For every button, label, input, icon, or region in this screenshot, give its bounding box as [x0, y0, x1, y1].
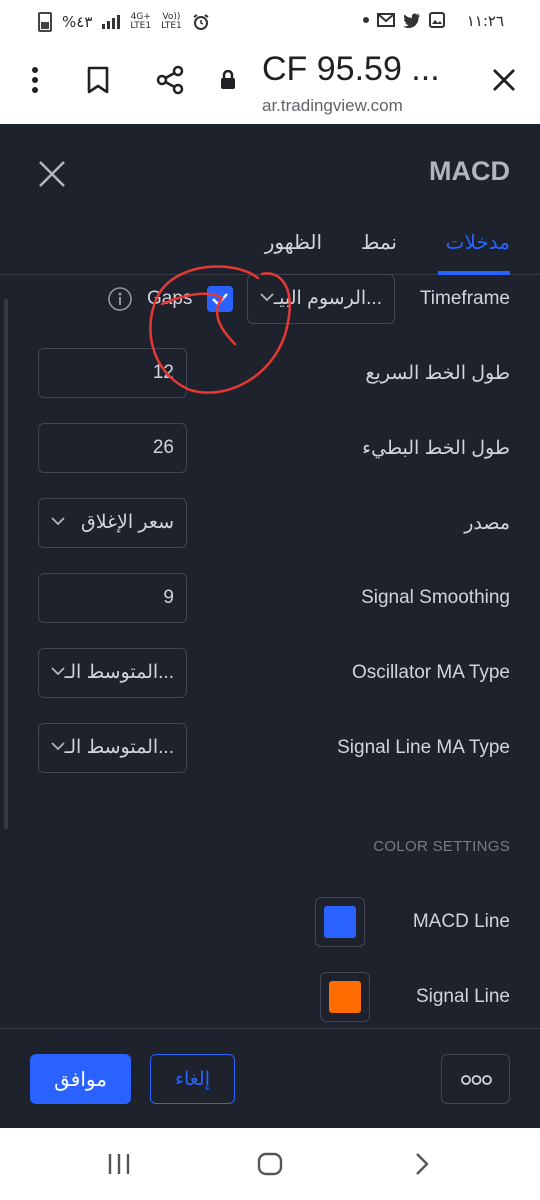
indicator-settings-dialog: MACD مدخلات نمط الظهور Timeframe الرسوم …	[0, 124, 540, 1128]
dialog-footer: موافق إلغاء	[0, 1028, 540, 1129]
gaps-checkbox[interactable]	[207, 286, 233, 312]
dialog-tabs: مدخلات نمط الظهور	[0, 224, 540, 275]
chevron-down-icon	[51, 742, 65, 751]
signal-line-color	[329, 981, 361, 1013]
fast-length-input[interactable]: 12	[38, 348, 187, 398]
ok-button[interactable]: موافق	[30, 1054, 131, 1104]
browser-toolbar: CF 95.59 ... ar.tradingview.com	[0, 44, 540, 124]
status-bar: %٤٣ 4G+ LTE1 Vo)) LTE1 ١١:٢٦	[0, 0, 540, 44]
timeframe-select[interactable]: الرسوم البيـ...	[247, 274, 395, 324]
tab-style[interactable]: نمط	[361, 230, 397, 254]
dialog-title: MACD	[429, 156, 510, 186]
home-icon[interactable]	[257, 1152, 283, 1176]
slow-length-label: طول الخط البطيء	[362, 438, 510, 459]
source-value: سعر الإغلاق	[81, 512, 174, 533]
status-left: %٤٣ 4G+ LTE1 Vo)) LTE1	[38, 12, 210, 32]
oscillator-ma-type-select[interactable]: المتوسط الـ...	[38, 648, 187, 698]
chevron-down-icon	[51, 517, 65, 526]
tab-visibility[interactable]: الظهور	[265, 230, 322, 254]
bookmark-icon[interactable]	[78, 60, 118, 100]
more-options-button[interactable]	[441, 1054, 510, 1104]
macd-line-color-swatch[interactable]	[315, 897, 365, 947]
twitter-icon	[403, 12, 420, 28]
lock-icon	[208, 60, 248, 100]
share-icon[interactable]	[150, 60, 190, 100]
back-icon[interactable]	[412, 1152, 432, 1176]
alarm-icon	[193, 14, 209, 30]
recent-apps-icon[interactable]	[107, 1152, 131, 1176]
page-url: ar.tradingview.com	[262, 96, 403, 115]
ellipsis-icon	[461, 1075, 492, 1085]
signal-smoothing-value: 9	[163, 587, 174, 608]
network-indicator: 4G+ LTE1	[130, 12, 152, 31]
color-settings-header: COLOR SETTINGS	[373, 838, 510, 855]
source-select[interactable]: سعر الإغلاق	[38, 498, 187, 548]
signal-line-ma-type-select[interactable]: المتوسط الـ...	[38, 723, 187, 773]
info-icon[interactable]	[107, 286, 133, 312]
gallery-icon	[429, 12, 445, 28]
fast-length-value: 12	[152, 362, 174, 383]
chevron-down-icon	[51, 667, 65, 676]
chevron-down-icon	[260, 293, 274, 302]
gaps-label: Gaps	[147, 288, 193, 309]
signal-smoothing-input[interactable]: 9	[38, 573, 187, 623]
tab-inputs[interactable]: مدخلات	[446, 230, 510, 254]
macd-line-label: MACD Line	[412, 911, 510, 932]
scrollbar[interactable]	[4, 299, 8, 829]
signal-smoothing-label: Signal Smoothing	[361, 587, 510, 608]
close-tab-icon[interactable]	[484, 60, 524, 100]
signal-line-color-swatch[interactable]	[320, 972, 370, 1022]
oscillator-ma-type-label: Oscillator MA Type	[351, 662, 510, 683]
checkmark-icon	[212, 293, 228, 306]
macd-line-color	[324, 906, 356, 938]
timeframe-value: الرسوم البيـ...	[273, 288, 382, 309]
dot-icon	[363, 17, 369, 23]
volte-indicator: Vo)) LTE1	[161, 12, 182, 31]
battery-percent: %٤٣	[62, 13, 93, 31]
close-icon[interactable]	[36, 158, 68, 190]
slow-length-input[interactable]: 26	[38, 423, 187, 473]
timeframe-label: Timeframe	[419, 288, 510, 309]
gmail-icon	[377, 13, 395, 27]
signal-icon	[102, 15, 121, 29]
signal-line-ma-type-value: المتوسط الـ...	[64, 737, 174, 758]
system-navigation-bar	[0, 1128, 540, 1200]
page-title: CF 95.59 ...	[262, 50, 440, 88]
cancel-button[interactable]: إلغاء	[150, 1054, 235, 1104]
signal-line-ma-type-label: Signal Line MA Type	[337, 737, 510, 758]
active-tab-indicator	[438, 271, 510, 275]
menu-icon[interactable]	[15, 60, 55, 100]
fast-length-label: طول الخط السريع	[365, 363, 510, 384]
slow-length-value: 26	[152, 437, 174, 458]
signal-line-label: Signal Line	[415, 986, 510, 1007]
notification-icons	[363, 12, 445, 28]
oscillator-ma-type-value: المتوسط الـ...	[64, 662, 174, 683]
battery-icon	[38, 12, 52, 32]
clock: ١١:٢٦	[466, 12, 504, 30]
source-label: مصدر	[464, 513, 510, 534]
